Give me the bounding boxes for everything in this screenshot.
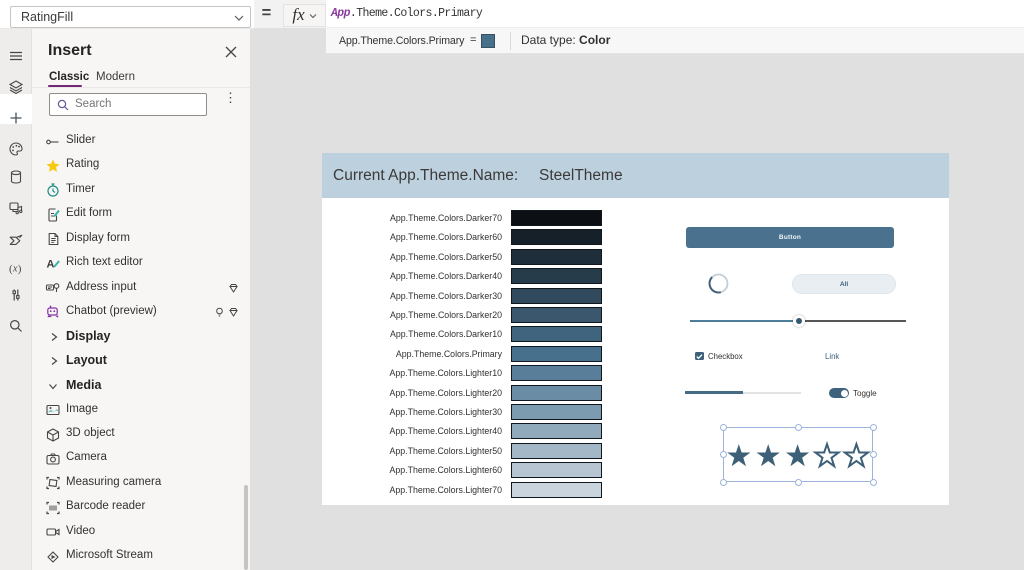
svg-text:): ) (18, 263, 22, 275)
svg-text:A: A (47, 258, 55, 270)
